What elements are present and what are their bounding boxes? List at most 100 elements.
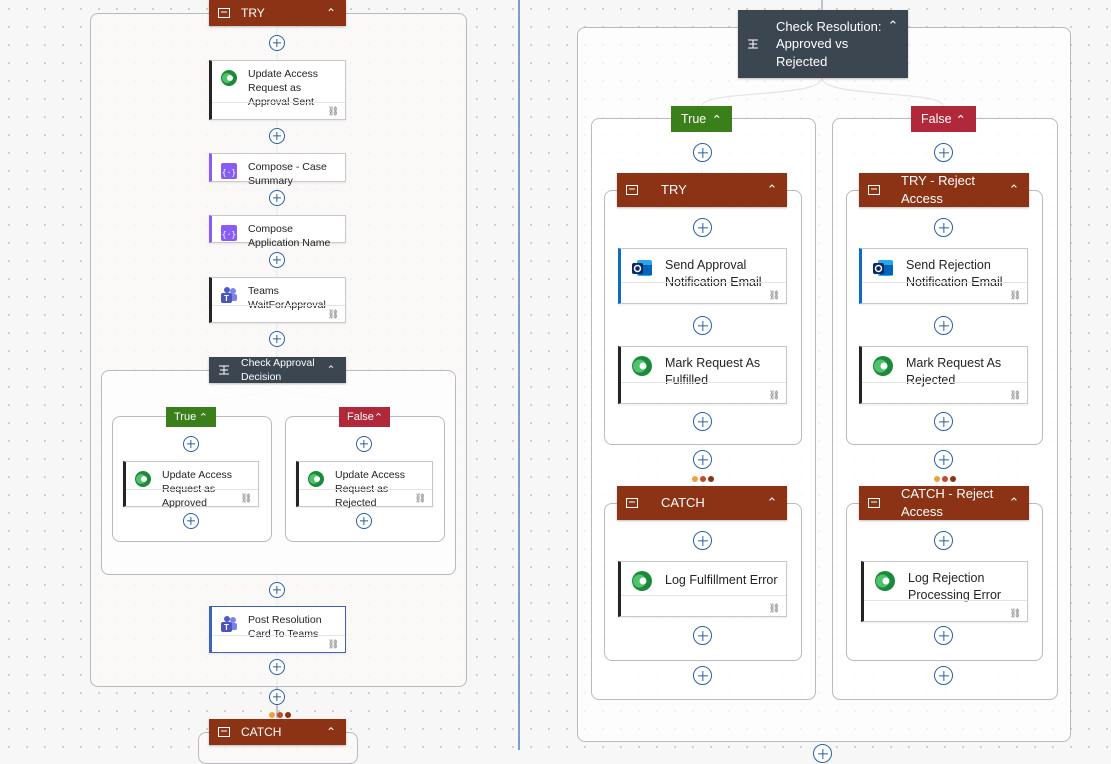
dataverse-icon	[631, 355, 653, 377]
chevron-up-icon[interactable]: ⌃	[374, 411, 383, 424]
scope-icon	[625, 185, 639, 195]
run-after-indicator[interactable]	[269, 712, 291, 718]
scope-icon	[217, 727, 231, 737]
add-step-button[interactable]	[356, 436, 372, 452]
add-step-button[interactable]	[269, 331, 285, 347]
add-step-button[interactable]	[269, 128, 285, 144]
try-scope-header[interactable]: TRY ⌃	[617, 173, 787, 207]
try-reject-scope-header[interactable]: TRY - Reject Access ⌃	[859, 173, 1029, 207]
try-scope-label: TRY	[241, 5, 265, 20]
catch-scope-label: CATCH	[241, 724, 282, 739]
card-footer: ⛓	[862, 382, 1027, 403]
add-step-button[interactable]	[934, 666, 953, 685]
run-after-indicator[interactable]	[934, 476, 956, 482]
catch-scope-header[interactable]: CATCH ⌃	[617, 486, 787, 520]
add-step-button[interactable]	[693, 626, 712, 645]
action-card-post-resolution-card[interactable]: T Post Resolution Card To Teams ⛓	[209, 606, 346, 653]
chevron-up-icon[interactable]: ⌃	[1007, 495, 1021, 511]
link-icon: ⛓	[327, 106, 339, 116]
add-step-button[interactable]	[269, 582, 285, 598]
chevron-up-icon[interactable]: ⌃	[886, 18, 900, 34]
chevron-up-icon[interactable]: ⌃	[324, 364, 338, 376]
add-step-button[interactable]	[693, 531, 712, 550]
link-icon: ⛓	[1009, 608, 1021, 618]
action-card-update-approved[interactable]: Update Access Request as Approved ⛓	[123, 461, 259, 509]
action-card-update-approval-sent[interactable]: Update Access Request as Approval Sent ⛓	[209, 60, 346, 120]
catch-scope-label: CATCH - Reject Access	[901, 486, 994, 519]
add-step-button[interactable]	[269, 190, 285, 206]
add-step-button[interactable]	[934, 143, 953, 162]
add-step-button[interactable]	[934, 626, 953, 645]
add-step-button[interactable]	[693, 218, 712, 237]
run-after-indicator[interactable]	[692, 476, 714, 482]
true-tag-label: True	[681, 112, 707, 126]
chevron-up-icon[interactable]: ⌃	[712, 112, 722, 127]
condition-header-check-approval[interactable]: Check Approval Decision ⌃	[209, 357, 346, 383]
chevron-up-icon[interactable]: ⌃	[956, 112, 966, 127]
add-step-button[interactable]	[183, 436, 199, 452]
add-step-button[interactable]	[934, 316, 953, 335]
add-step-button[interactable]	[934, 531, 953, 550]
dataverse-icon	[872, 355, 894, 377]
condition-header-check-resolution[interactable]: Check Resolution: Approved vs Rejected ⌃	[738, 10, 908, 78]
action-card-teams-wait-for-approval[interactable]: T Teams WaitForApproval ⛓	[209, 277, 346, 323]
catch-reject-scope-header[interactable]: CATCH - Reject Access ⌃	[859, 486, 1029, 520]
action-card-compose-case-summary[interactable]: {·} Compose - Case Summary	[209, 153, 346, 187]
outlook-icon	[631, 257, 653, 279]
link-icon: ⛓	[768, 390, 780, 400]
add-step-button[interactable]	[693, 143, 712, 162]
svg-text:T: T	[224, 623, 229, 632]
chevron-up-icon[interactable]: ⌃	[324, 6, 338, 20]
add-step-button[interactable]	[269, 659, 285, 675]
catch-scope-header[interactable]: CATCH ⌃	[209, 719, 346, 745]
chevron-up-icon[interactable]: ⌃	[324, 725, 338, 739]
true-branch-tag[interactable]: True ⌃	[166, 407, 216, 427]
scope-icon	[625, 498, 639, 508]
add-step-button[interactable]	[693, 412, 712, 431]
try-scope-header[interactable]: TRY ⌃	[209, 0, 346, 26]
add-step-button[interactable]	[269, 35, 285, 51]
action-card-send-rejection-email[interactable]: Send Rejection Notification Email ⛓	[859, 248, 1028, 304]
action-card-log-fulfillment-error[interactable]: Log Fulfillment Error ⛓	[618, 561, 787, 617]
add-step-button[interactable]	[813, 744, 832, 763]
action-card-send-approval-email[interactable]: Send Approval Notification Email ⛓	[618, 248, 787, 304]
card-footer: ⛓	[621, 595, 786, 616]
chevron-up-icon[interactable]: ⌃	[765, 182, 779, 198]
scope-icon	[867, 185, 881, 195]
card-footer: ⛓	[212, 635, 345, 652]
add-step-button[interactable]	[693, 450, 712, 469]
chevron-up-icon[interactable]: ⌃	[1007, 182, 1021, 198]
true-branch-tag[interactable]: True ⌃	[671, 106, 732, 132]
link-icon: ⛓	[768, 603, 780, 613]
add-step-button[interactable]	[269, 252, 285, 268]
action-label: Compose - Case Summary	[248, 161, 327, 187]
add-step-button[interactable]	[934, 412, 953, 431]
add-step-button[interactable]	[269, 689, 285, 705]
false-branch-tag[interactable]: False ⌃	[339, 407, 390, 427]
add-step-button[interactable]	[934, 218, 953, 237]
scope-icon	[867, 498, 881, 508]
add-step-button[interactable]	[183, 513, 199, 529]
condition-label: Check Resolution: Approved vs Rejected	[776, 18, 882, 69]
action-card-mark-rejected[interactable]: Mark Request As Rejected ⛓	[859, 346, 1028, 404]
card-footer: ⛓	[212, 305, 345, 322]
action-card-mark-fulfilled[interactable]: Mark Request As Fulfilled ⛓	[618, 346, 787, 404]
chevron-up-icon[interactable]: ⌃	[199, 411, 208, 424]
add-step-button[interactable]	[356, 513, 372, 529]
false-branch-tag[interactable]: False ⌃	[911, 106, 976, 132]
card-footer: ⛓	[864, 600, 1027, 621]
action-card-compose-application-name[interactable]: {·} Compose Application Name	[209, 215, 346, 249]
action-card-update-rejected[interactable]: Update Access Request as Rejected ⛓	[296, 461, 433, 509]
link-icon: ⛓	[1009, 290, 1021, 300]
svg-text:{·}: {·}	[222, 230, 236, 239]
add-step-button[interactable]	[693, 666, 712, 685]
add-step-button[interactable]	[934, 450, 953, 469]
scope-icon	[217, 8, 231, 18]
add-step-button[interactable]	[693, 316, 712, 335]
action-card-log-rejection-error[interactable]: Log Rejection Processing Error ⛓	[861, 561, 1028, 622]
dataverse-icon	[631, 570, 653, 592]
card-footer: ⛓	[621, 382, 786, 403]
chevron-up-icon[interactable]: ⌃	[765, 495, 779, 511]
compose-icon: {·}	[220, 224, 238, 242]
action-label: Log Fulfillment Error	[665, 573, 778, 587]
